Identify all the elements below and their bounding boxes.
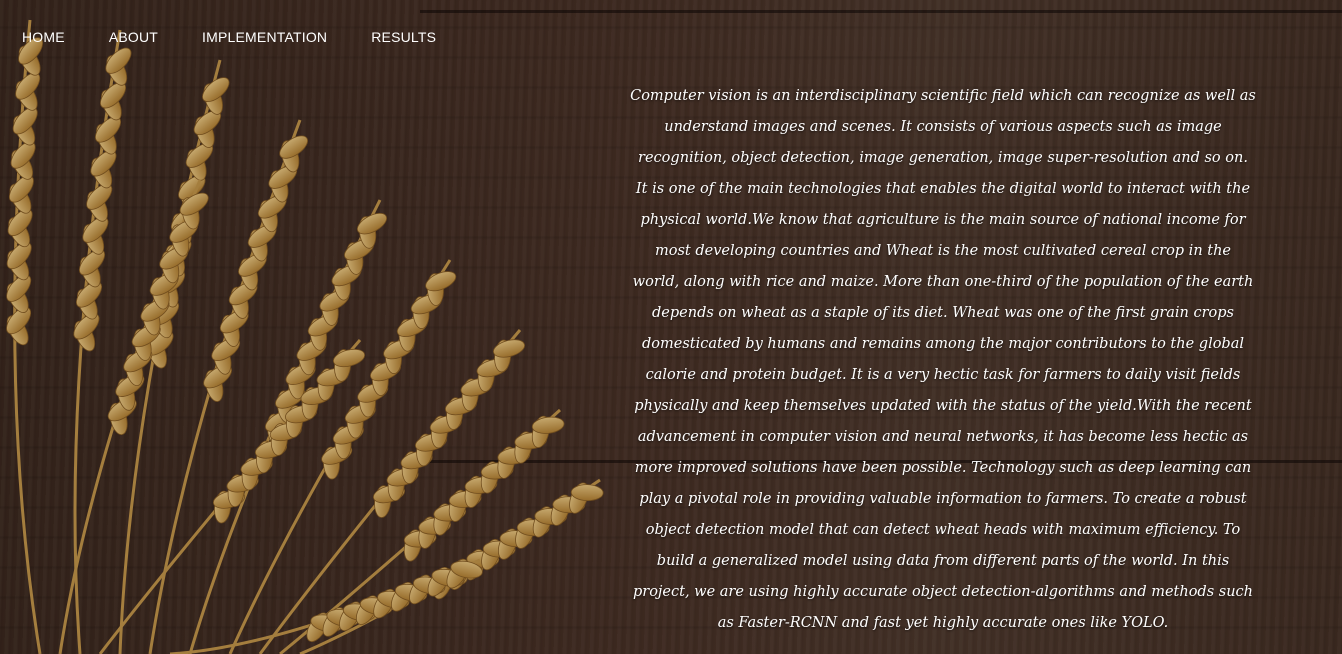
nav-home-link[interactable]: HOME [22,29,65,45]
nav-implementation-link[interactable]: IMPLEMENTATION [202,29,327,45]
nav-results-link[interactable]: RESULTS [371,29,436,45]
top-navigation: HOME ABOUT IMPLEMENTATION RESULTS [22,29,480,45]
intro-paragraph: Computer vision is an interdisciplinary … [630,87,1256,631]
nav-about-link[interactable]: ABOUT [109,29,158,45]
